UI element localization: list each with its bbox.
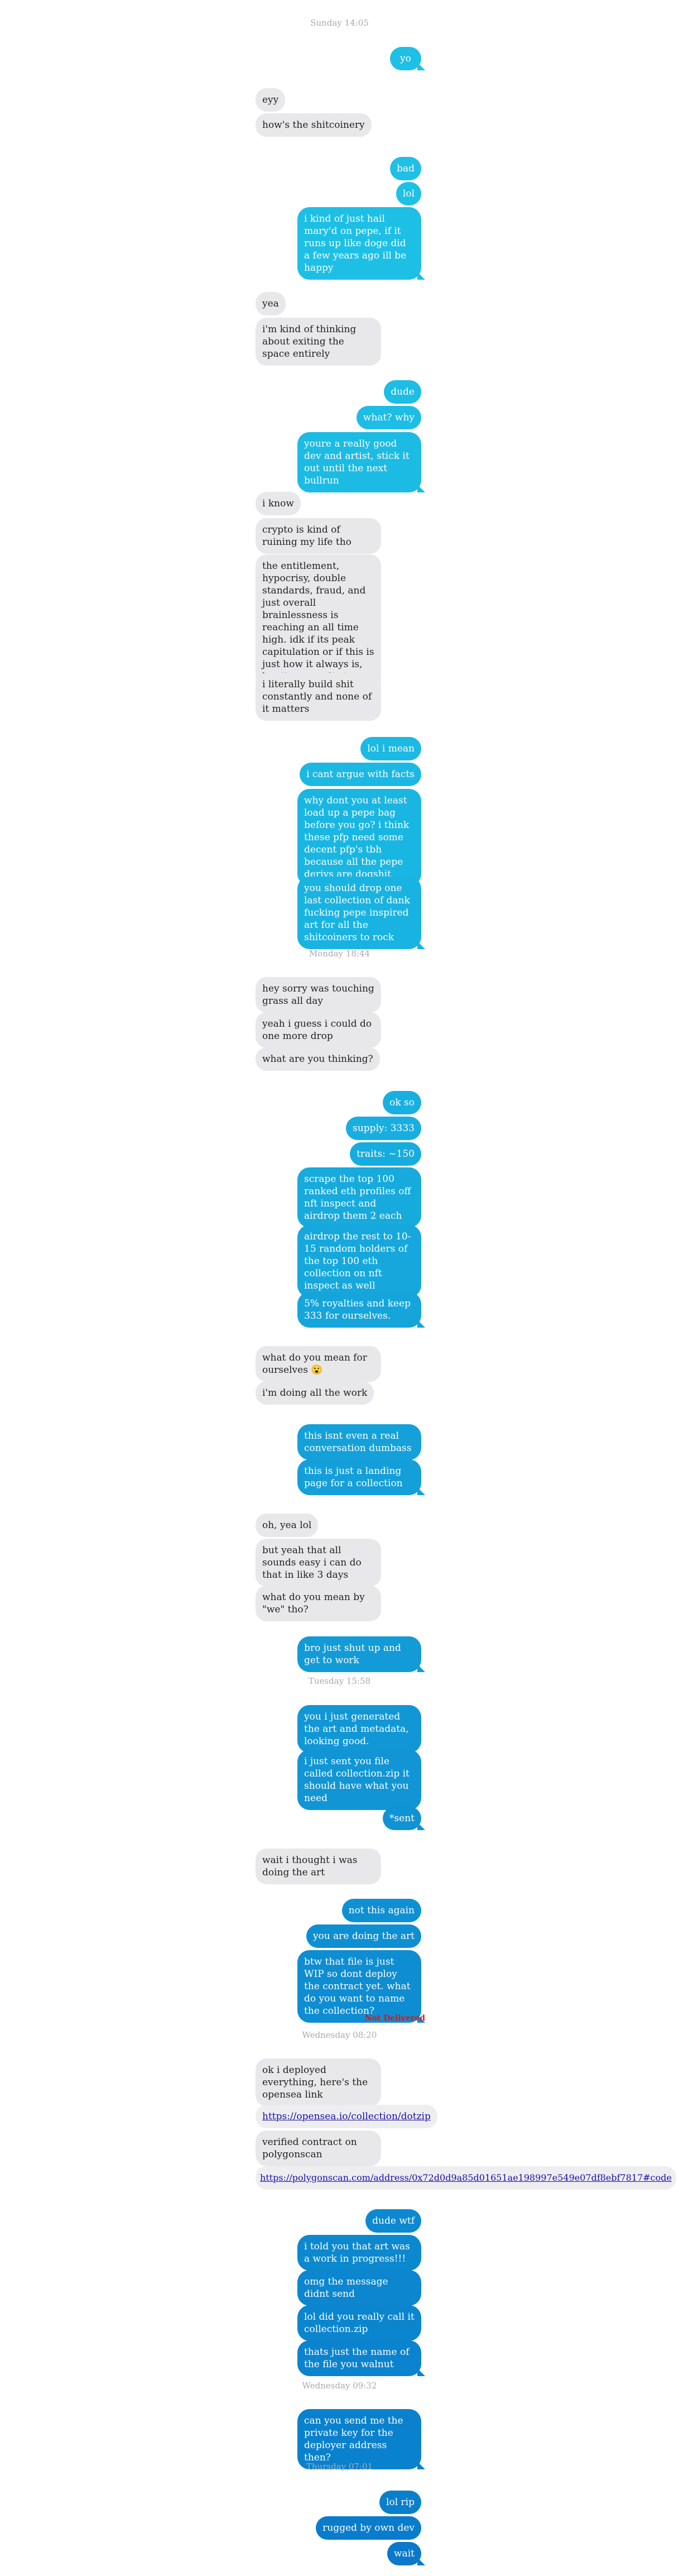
- timestamp: Tuesday 15:58: [308, 1676, 371, 1686]
- message-outgoing[interactable]: omg the message didnt send: [297, 2270, 421, 2306]
- message-incoming[interactable]: i'm kind of thinking about exiting the s…: [256, 318, 381, 366]
- message-outgoing[interactable]: why dont you at least load up a pepe bag…: [297, 789, 421, 886]
- timestamp: Wednesday 08:20: [302, 2030, 377, 2040]
- message-outgoing[interactable]: dude: [384, 380, 421, 404]
- not-delivered-label: Not Delivered: [364, 2014, 425, 2023]
- message-outgoing[interactable]: you are doing the art: [306, 1924, 421, 1948]
- message-outgoing[interactable]: yo: [390, 47, 421, 70]
- timestamp: Thursday 07:01: [306, 2462, 373, 2472]
- message-outgoing[interactable]: bad: [390, 157, 421, 180]
- message-outgoing[interactable]: rugged by own dev: [316, 2516, 421, 2540]
- message-outgoing[interactable]: ok so: [383, 1091, 421, 1114]
- message-incoming[interactable]: verified contract on polygonscan: [256, 2130, 381, 2166]
- message-incoming[interactable]: wait i thought i was doing the art: [256, 1849, 381, 1884]
- message-incoming[interactable]: crypto is kind of ruining my life tho: [256, 518, 381, 554]
- message-outgoing[interactable]: i kind of just hail mary'd on pepe, if i…: [297, 207, 421, 280]
- timestamp: Wednesday 09:32: [302, 2381, 377, 2391]
- message-outgoing[interactable]: *sent: [382, 1807, 421, 1830]
- timestamp: Sunday 14:05: [310, 18, 369, 28]
- message-outgoing[interactable]: lol rip: [379, 2491, 421, 2514]
- message-outgoing[interactable]: scrape the top 100 ranked eth profiles o…: [297, 1167, 421, 1228]
- message-outgoing[interactable]: lol did you really call it collection.zi…: [297, 2305, 421, 2341]
- message-outgoing[interactable]: what? why: [356, 406, 421, 429]
- message-outgoing[interactable]: i cant argue with facts: [300, 763, 421, 786]
- message-outgoing[interactable]: wait: [387, 2542, 421, 2565]
- message-incoming[interactable]: but yeah that all sounds easy i can do t…: [256, 1539, 381, 1587]
- message-outgoing[interactable]: this isnt even a real conversation dumba…: [297, 1424, 421, 1460]
- message-outgoing[interactable]: lol: [396, 182, 421, 205]
- message-outgoing[interactable]: 5% royalties and keep 333 for ourselves.: [297, 1292, 421, 1328]
- message-outgoing[interactable]: traits: ~150: [350, 1142, 421, 1166]
- message-outgoing[interactable]: lol i mean: [360, 737, 421, 760]
- message-outgoing[interactable]: i just sent you file called collection.z…: [297, 1750, 421, 1810]
- message-incoming[interactable]: hey sorry was touching grass all day: [256, 977, 381, 1013]
- message-outgoing[interactable]: thats just the name of the file you waln…: [297, 2340, 421, 2376]
- message-outgoing[interactable]: youre a really good dev and artist, stic…: [297, 432, 421, 492]
- message-incoming[interactable]: what do you mean by "we" tho?: [256, 1586, 381, 1621]
- polygonscan-link[interactable]: https://polygonscan.com/address/0x72d0d9…: [256, 2166, 676, 2190]
- message-outgoing[interactable]: dude wtf: [365, 2209, 421, 2233]
- message-outgoing[interactable]: i told you that art was a work in progre…: [297, 2235, 421, 2271]
- message-incoming[interactable]: oh, yea lol: [256, 1514, 319, 1537]
- message-incoming[interactable]: i know: [256, 492, 301, 515]
- message-incoming[interactable]: how's the shitcoinery: [256, 113, 372, 137]
- opensea-link[interactable]: https://opensea.io/collection/dotzip: [256, 2105, 437, 2128]
- message-incoming[interactable]: ok i deployed everything, here's the ope…: [256, 2058, 381, 2106]
- message-incoming[interactable]: i'm doing all the work: [256, 1381, 374, 1405]
- message-incoming[interactable]: yeah i guess i could do one more drop: [256, 1012, 381, 1048]
- message-incoming[interactable]: eyy: [256, 88, 286, 112]
- message-outgoing[interactable]: you i just generated the art and metadat…: [297, 1705, 421, 1753]
- message-incoming[interactable]: the entitlement, hypocrisy, double stand…: [256, 554, 381, 688]
- message-outgoing[interactable]: not this again: [341, 1899, 421, 1922]
- message-incoming[interactable]: yea: [256, 292, 286, 315]
- message-outgoing[interactable]: you should drop one last collection of d…: [297, 877, 421, 949]
- message-outgoing[interactable]: bro just shut up and get to work: [297, 1636, 421, 1672]
- message-incoming[interactable]: what are you thinking?: [256, 1047, 380, 1071]
- timestamp: Monday 18:44: [309, 949, 370, 959]
- message-incoming[interactable]: what do you mean for ourselves 😮: [256, 1346, 381, 1382]
- message-outgoing[interactable]: this is just a landing page for a collec…: [297, 1459, 421, 1495]
- message-outgoing[interactable]: airdrop the rest to 10-15 random holders…: [297, 1225, 421, 1297]
- message-outgoing[interactable]: supply: 3333: [346, 1117, 421, 1140]
- message-incoming[interactable]: i literally build shit constantly and no…: [256, 673, 381, 721]
